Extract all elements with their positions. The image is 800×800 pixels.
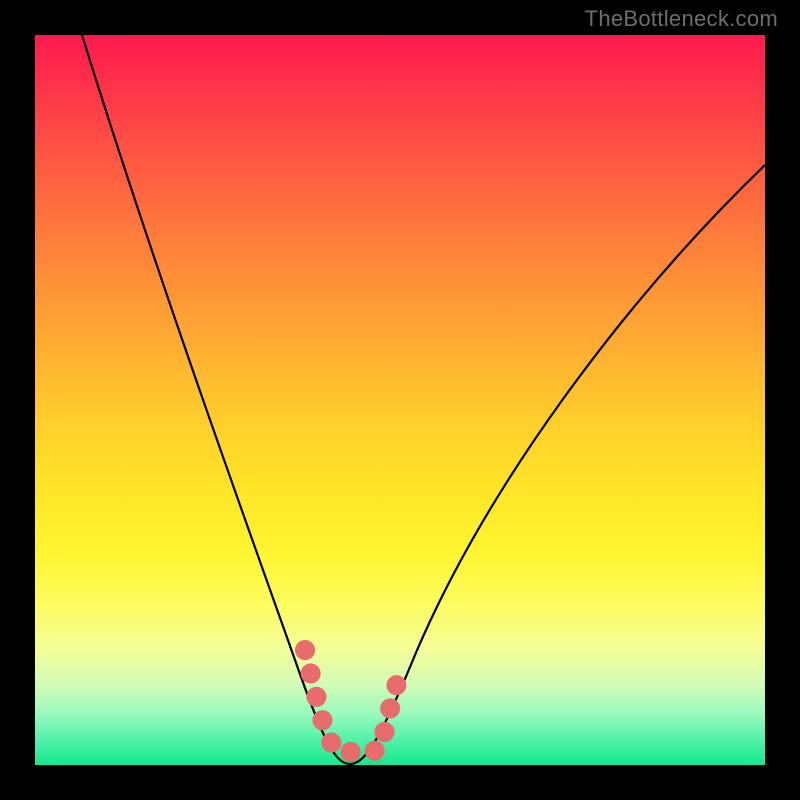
- highlighted-segment: [305, 650, 397, 752]
- bottleneck-curve: [82, 35, 765, 764]
- watermark-text: TheBottleneck.com: [585, 6, 778, 32]
- chart-svg: [35, 35, 765, 765]
- chart-frame: TheBottleneck.com: [0, 0, 800, 800]
- plot-area: [35, 35, 765, 765]
